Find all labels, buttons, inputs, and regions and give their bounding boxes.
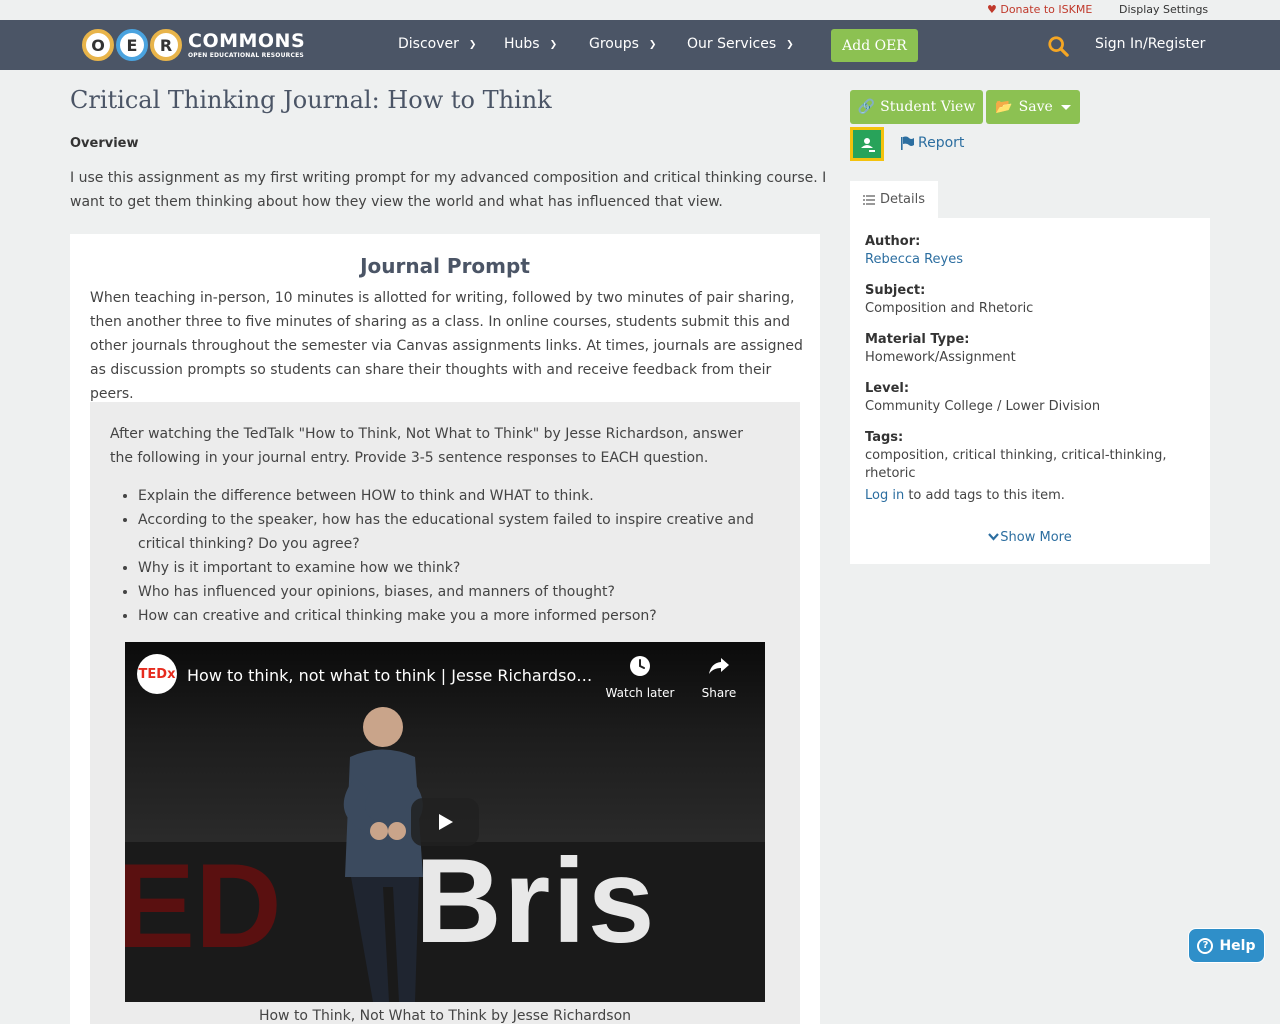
nav-our-services[interactable]: Our Services ❯ — [687, 36, 794, 52]
help-button[interactable]: ? Help — [1188, 928, 1265, 963]
donate-link[interactable]: ♥ Donate to ISKME — [987, 3, 1092, 16]
folder-open-icon: 📂 — [995, 99, 1013, 115]
chevron-down-icon — [988, 533, 1000, 541]
logo-letter-o: O — [82, 29, 114, 61]
list-item: Explain the difference between HOW to th… — [138, 484, 778, 508]
list-item: According to the speaker, how has the ed… — [138, 508, 778, 556]
display-settings-link[interactable]: Display Settings — [1119, 3, 1208, 16]
logo-word: COMMONS — [188, 29, 306, 52]
material-type-value: Homework/Assignment — [865, 350, 1016, 365]
tab-details[interactable]: Details — [850, 181, 938, 218]
chevron-down-icon: ❯ — [549, 40, 558, 50]
assignment-instructions: After watching the TedTalk "How to Think… — [110, 426, 744, 466]
overview-heading: Overview — [70, 136, 139, 151]
author-label: Author: — [865, 234, 921, 249]
play-icon — [439, 814, 453, 830]
utility-bar: ♥ Donate to ISKME Display Settings — [0, 0, 1280, 20]
level-label: Level: — [865, 381, 910, 396]
share-label: Share — [701, 686, 737, 700]
assignment-box: After watching the TedTalk "How to Think… — [90, 402, 800, 1024]
list-item: How can creative and critical thinking m… — [138, 604, 778, 628]
details-tab-label: Details — [879, 192, 926, 207]
tags-label: Tags: — [865, 430, 904, 445]
chevron-down-icon: ❯ — [468, 40, 477, 50]
level-value: Community College / Lower Division — [865, 399, 1101, 414]
logo-wordmark: COMMONS OPEN EDUCATIONAL RESOURCES — [188, 29, 306, 59]
level-field: Level: Community College / Lower Divisio… — [865, 380, 1100, 416]
overview-text: I use this assignment as my first writin… — [70, 170, 827, 210]
logo-letter-r: R — [150, 29, 182, 61]
share-button[interactable]: Share — [685, 654, 753, 700]
nav-our-services-label: Our Services — [687, 36, 777, 52]
tedx-channel-avatar[interactable]: TEDx — [137, 654, 177, 694]
list-item: Why is it important to examine how we th… — [138, 556, 778, 580]
add-oer-button[interactable]: Add OER — [831, 29, 918, 62]
show-more-label: Show More — [1000, 530, 1072, 545]
nav-discover[interactable]: Discover ❯ — [398, 36, 476, 52]
details-panel: Author: Rebecca Reyes Subject: Compositi… — [850, 218, 1210, 564]
author-field: Author: Rebecca Reyes — [865, 233, 963, 269]
question-list: Explain the difference between HOW to th… — [138, 484, 778, 628]
sign-in-register-link[interactable]: Sign In/Register — [1095, 36, 1205, 52]
save-button[interactable]: 📂 Save — [986, 90, 1080, 124]
tags-value: composition, critical thinking, critical… — [865, 448, 1167, 481]
watch-later-button[interactable]: Watch later — [595, 654, 685, 700]
tags-field: Tags: composition, critical thinking, cr… — [865, 429, 1210, 483]
caret-down-icon — [1060, 104, 1071, 110]
chevron-down-icon: ❯ — [648, 40, 657, 50]
journal-prompt-card: Journal Prompt When teaching in-person, … — [70, 234, 820, 1024]
google-classroom-icon[interactable] — [850, 127, 884, 161]
student-view-label: Student View — [880, 99, 976, 115]
subject-value: Composition and Rhetoric — [865, 301, 1034, 316]
subject-label: Subject: — [865, 283, 926, 298]
report-link[interactable]: Report — [900, 135, 964, 151]
journal-prompt-paragraph: When teaching in-person, 10 minutes is a… — [90, 290, 803, 402]
list-item: Who has influenced your opinions, biases… — [138, 580, 778, 604]
save-label: Save — [1018, 99, 1053, 115]
search-icon[interactable] — [1047, 35, 1069, 57]
clock-icon — [630, 656, 650, 676]
log-in-link[interactable]: Log in — [865, 488, 904, 503]
video-title[interactable]: How to think, not what to think | Jesse … — [187, 666, 597, 685]
video-backdrop-ed: ED — [125, 839, 282, 973]
flag-icon — [901, 136, 914, 150]
video-caption: How to Think, Not What to Think by Jesse… — [258, 1008, 632, 1024]
classroom-person-icon — [861, 138, 875, 152]
material-type-label: Material Type: — [865, 332, 970, 347]
nav-hubs[interactable]: Hubs ❯ — [504, 36, 557, 52]
nav-hubs-label: Hubs — [504, 36, 540, 52]
nav-groups[interactable]: Groups ❯ — [589, 36, 656, 52]
video-backdrop-bris: Bris — [415, 834, 657, 968]
nav-discover-label: Discover — [398, 36, 459, 52]
chevron-down-icon: ❯ — [786, 40, 794, 50]
report-label: Report — [918, 135, 965, 151]
oer-commons-logo[interactable]: O E R COMMONS OPEN EDUCATIONAL RESOURCES — [82, 25, 305, 65]
logo-letter-e: E — [116, 29, 148, 61]
logo-tagline: OPEN EDUCATIONAL RESOURCES — [188, 51, 304, 59]
speaker-figure — [343, 707, 423, 1002]
author-link[interactable]: Rebecca Reyes — [865, 251, 963, 269]
main-nav: O E R COMMONS OPEN EDUCATIONAL RESOURCES… — [0, 20, 1280, 70]
page-title: Critical Thinking Journal: How to Think — [70, 86, 552, 114]
show-more-button[interactable]: Show More — [850, 530, 1210, 545]
share-arrow-icon — [709, 658, 729, 674]
material-type-field: Material Type: Homework/Assignment — [865, 331, 1016, 367]
link-icon: 🔗 — [857, 99, 876, 115]
nav-groups-label: Groups — [589, 36, 639, 52]
list-icon — [862, 194, 875, 205]
play-button[interactable] — [411, 798, 479, 846]
add-tags-note: Log in to add tags to this item. — [865, 488, 1065, 503]
help-label: Help — [1219, 937, 1256, 954]
question-circle-icon: ? — [1197, 937, 1214, 954]
student-view-button[interactable]: 🔗 Student View — [850, 90, 983, 124]
subject-field: Subject: Composition and Rhetoric — [865, 282, 1033, 318]
add-tags-text: to add tags to this item. — [904, 488, 1065, 503]
video-player[interactable]: ED Bris TEDx How to think, not what to t… — [125, 642, 765, 1002]
donate-label: Donate to ISKME — [1000, 3, 1093, 16]
journal-prompt-heading: Journal Prompt — [360, 254, 530, 278]
watch-later-label: Watch later — [605, 686, 675, 700]
